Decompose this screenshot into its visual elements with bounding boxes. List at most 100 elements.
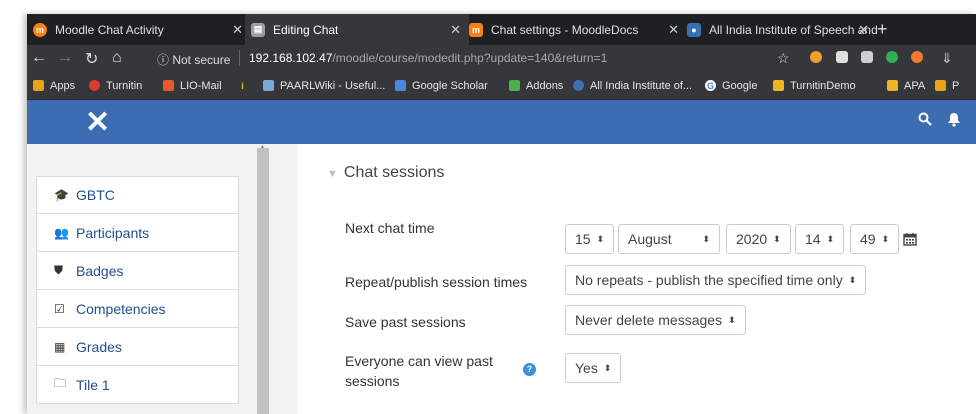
hour-select[interactable]: 14 ⬍ bbox=[795, 224, 845, 254]
view-value: Yes bbox=[575, 360, 598, 376]
drawer-item-grades[interactable]: ▦ Grades bbox=[36, 328, 239, 366]
bookmark-label: TurnitinDemo bbox=[790, 79, 856, 92]
drawer-nav-list: 🎓 GBTC 👥 Participants ⛊ Badges ☑ Competencie… bbox=[36, 176, 239, 404]
next-chat-time-label: Next chat time bbox=[345, 220, 435, 236]
bookmark-label: APA bbox=[904, 79, 926, 92]
users-icon: 👥 bbox=[54, 225, 69, 240]
bookmark-label: Addons bbox=[526, 79, 564, 92]
close-tab-icon[interactable]: ✕ bbox=[232, 22, 243, 38]
tab-moodle-chat-activity[interactable]: m Moodle Chat Activity ✕ bbox=[27, 14, 251, 45]
search-icon[interactable] bbox=[918, 112, 932, 130]
select-arrows-icon: ⬍ bbox=[826, 233, 835, 244]
drawer-item-label: GBTC bbox=[76, 187, 115, 203]
close-tab-icon[interactable]: ✕ bbox=[858, 22, 869, 38]
bookmark-label: All India Institute of... bbox=[590, 79, 693, 92]
help-icon[interactable]: ? bbox=[523, 363, 536, 376]
addons-icon bbox=[509, 80, 520, 91]
collapse-chevron-icon: ▼ bbox=[327, 168, 338, 180]
bookmarks-bar: Apps Turnitin LIO-Mail i PAARLWiki - Use… bbox=[27, 72, 976, 100]
url-host: 192.168.102.47 bbox=[249, 51, 333, 65]
divider bbox=[239, 50, 240, 66]
tab-title: Moodle Chat Activity bbox=[55, 22, 164, 37]
tab-editing-chat[interactable]: ▤ Editing Chat ✕ bbox=[245, 14, 469, 45]
bookmark-turnitindemo[interactable]: TurnitinDemo bbox=[773, 72, 856, 99]
save-past-sessions-select[interactable]: Never delete messages ⬍ bbox=[565, 305, 746, 335]
apps-grid-icon bbox=[33, 80, 44, 91]
moodle-page-icon: ▤ bbox=[251, 22, 265, 37]
bookmark-google[interactable]: G Google bbox=[705, 72, 757, 99]
url-field[interactable]: 192.168.102.47/moodle/course/modedit.php… bbox=[249, 51, 607, 65]
minute-value: 49 bbox=[860, 231, 876, 247]
bookmark-apa[interactable]: APA bbox=[887, 72, 925, 99]
select-arrows-icon: ⬍ bbox=[596, 233, 605, 244]
drawer-item-participants[interactable]: 👥 Participants bbox=[36, 214, 239, 252]
year-value: 2020 bbox=[736, 231, 768, 247]
tab-title: All India Institute of Speech and bbox=[709, 22, 877, 37]
bookmark-star-icon[interactable]: ☆ bbox=[777, 50, 790, 67]
close-tab-icon[interactable]: ✕ bbox=[668, 22, 679, 38]
bookmark-label: LIO-Mail bbox=[180, 79, 222, 92]
drawer-item-tile-1[interactable]: 🗀 Tile 1 bbox=[36, 366, 239, 404]
address-bar: ← → ↻ ⌂ ⓘ Not secure 192.168.102.47/mood… bbox=[27, 45, 976, 72]
tab-title: Chat settings - MoodleDocs bbox=[491, 22, 639, 37]
extension-icon[interactable] bbox=[861, 51, 873, 63]
download-icon[interactable]: ⇓ bbox=[941, 50, 953, 67]
new-tab-icon[interactable]: + bbox=[877, 19, 888, 40]
bookmark-google-scholar[interactable]: Google Scholar bbox=[395, 72, 488, 99]
close-drawer-icon[interactable]: ✕ bbox=[85, 105, 110, 140]
extension-icon[interactable] bbox=[911, 51, 923, 63]
month-select[interactable]: August ⬍ bbox=[618, 224, 720, 254]
drawer-item-label: Competencies bbox=[76, 300, 166, 317]
year-select[interactable]: 2020 ⬍ bbox=[726, 224, 791, 254]
drawer-item-badges[interactable]: ⛊ Badges bbox=[36, 252, 239, 290]
drawer-item-label: Grades bbox=[76, 338, 122, 355]
repeat-sessions-select[interactable]: No repeats - publish the specified time … bbox=[565, 265, 867, 295]
drawer-item-gbtc[interactable]: 🎓 GBTC bbox=[36, 176, 239, 214]
repeat-sessions-label: Repeat/publish session times bbox=[345, 274, 528, 290]
extension-icon[interactable] bbox=[810, 51, 822, 63]
forward-arrow-icon[interactable]: → bbox=[57, 49, 73, 67]
save-value: Never delete messages bbox=[575, 312, 723, 328]
back-arrow-icon[interactable]: ← bbox=[31, 49, 47, 67]
bookmark-info[interactable]: i bbox=[237, 72, 254, 99]
bookmark-lio-mail[interactable]: LIO-Mail bbox=[163, 72, 222, 99]
home-icon[interactable]: ⌂ bbox=[112, 49, 122, 67]
view-past-sessions-label: Everyone can view past sessions bbox=[345, 351, 493, 391]
tab-chat-settings-moodledocs[interactable]: m Chat settings - MoodleDocs ✕ bbox=[463, 14, 687, 45]
bookmark-label: Turnitin bbox=[106, 79, 143, 92]
bookmark-paarlwiki[interactable]: PAARLWiki - Useful... bbox=[263, 72, 385, 99]
bookmark-aiish[interactable]: All India Institute of... bbox=[573, 72, 692, 99]
extension-icon[interactable] bbox=[886, 51, 898, 63]
bookmark-addons[interactable]: Addons bbox=[509, 72, 563, 99]
bookmark-label: P bbox=[952, 79, 960, 92]
save-past-sessions-label: Save past sessions bbox=[345, 314, 466, 330]
moodle-navbar: ✕ bbox=[27, 100, 976, 144]
section-header-chat-sessions[interactable]: ▼ Chat sessions bbox=[327, 164, 444, 182]
folder-icon: 🗀 bbox=[54, 376, 67, 390]
select-arrows-icon: ⬍ bbox=[702, 233, 710, 244]
bell-icon[interactable] bbox=[947, 112, 961, 131]
paarlwiki-icon bbox=[263, 80, 274, 91]
calendar-icon[interactable] bbox=[903, 232, 917, 251]
close-tab-icon[interactable]: ✕ bbox=[450, 22, 461, 38]
shield-icon: ⛊ bbox=[54, 263, 64, 277]
drawer-item-competencies[interactable]: ☑ Competencies bbox=[36, 290, 239, 328]
bookmark-turnitin[interactable]: Turnitin bbox=[89, 72, 142, 99]
section-title: Chat sessions bbox=[343, 164, 445, 181]
security-label: Not secure bbox=[172, 53, 231, 67]
extension-icon[interactable] bbox=[836, 51, 848, 63]
bookmark-cla[interactable]: P bbox=[935, 72, 959, 99]
select-arrows-icon: ⬍ bbox=[881, 233, 890, 244]
minute-select[interactable]: 49 ⬍ bbox=[850, 224, 900, 254]
security-indicator[interactable]: ⓘ Not secure bbox=[157, 51, 230, 68]
bookmark-label: Apps bbox=[50, 79, 76, 92]
tab-title: Editing Chat bbox=[273, 22, 339, 37]
tab-all-india-institute[interactable]: ● All India Institute of Speech and ✕ bbox=[681, 14, 877, 45]
drawer-scrollbar[interactable] bbox=[257, 148, 269, 414]
bookmark-apps[interactable]: Apps bbox=[33, 72, 75, 99]
day-select[interactable]: 15 ⬍ bbox=[565, 224, 615, 254]
google-icon: G bbox=[705, 80, 716, 91]
tab-strip: m Moodle Chat Activity ✕ ▤ Editing Chat … bbox=[27, 14, 976, 45]
view-past-sessions-select[interactable]: Yes ⬍ bbox=[565, 353, 622, 383]
reload-icon[interactable]: ↻ bbox=[85, 49, 98, 69]
